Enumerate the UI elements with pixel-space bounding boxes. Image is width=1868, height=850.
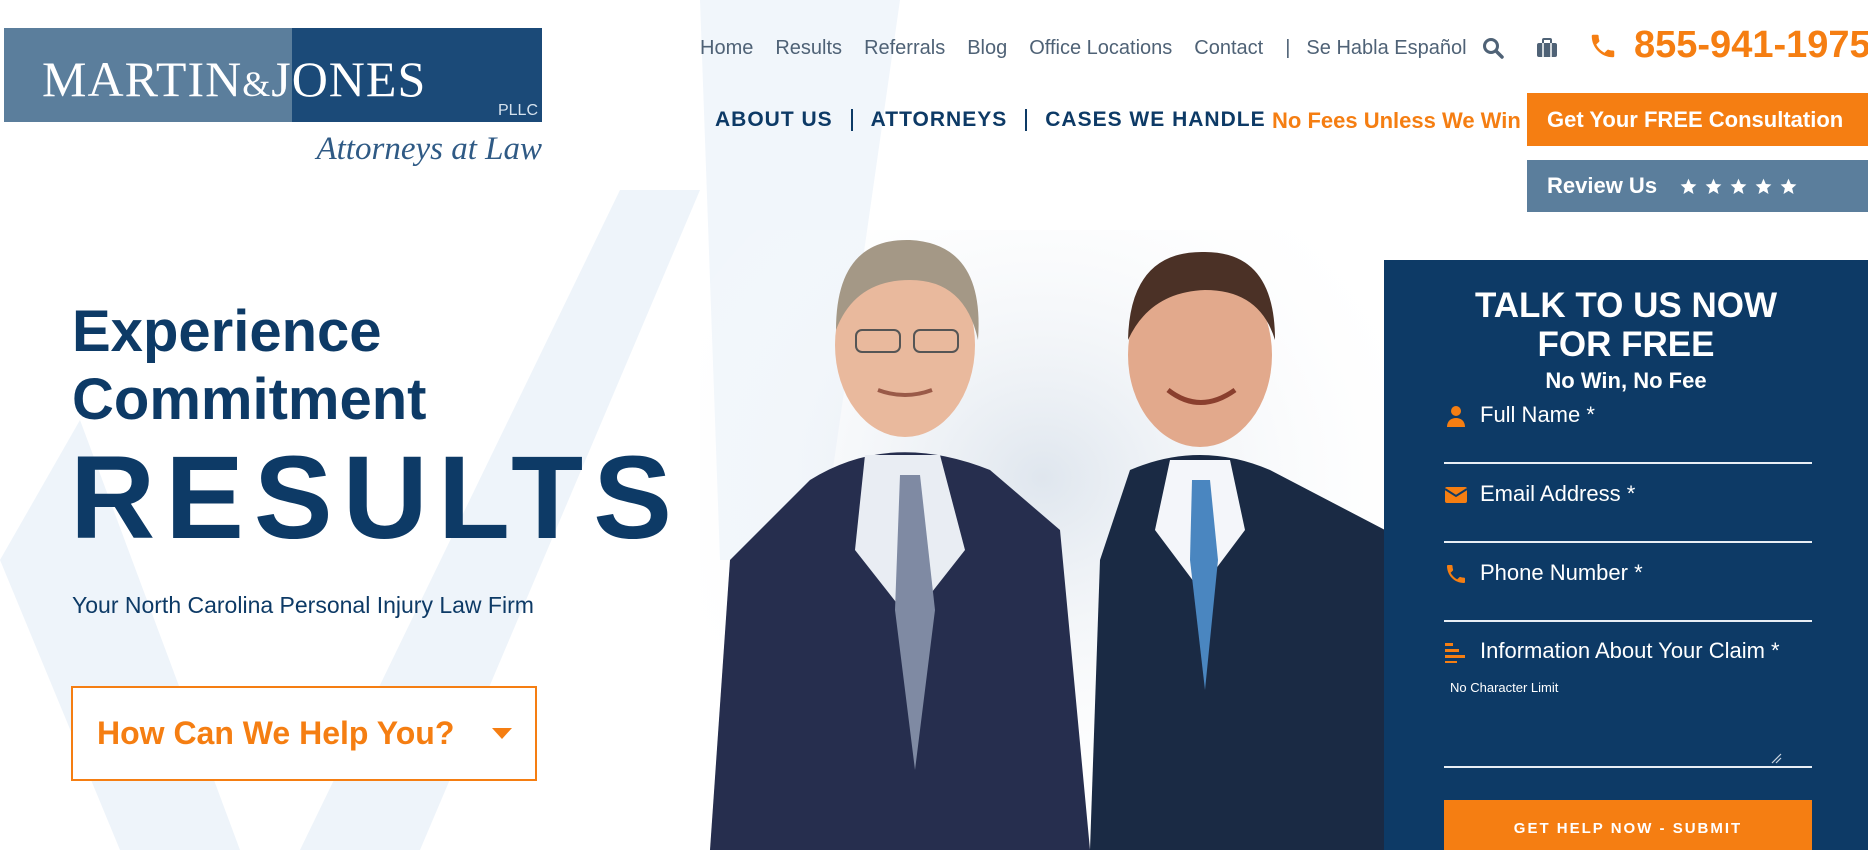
contact-form-panel: TALK TO US NOW FOR FREE No Win, No Fee F…: [1384, 260, 1868, 850]
review-us-button[interactable]: Review Us: [1527, 160, 1868, 212]
briefcase-icon[interactable]: [1535, 36, 1559, 60]
main-nav: ABOUT US ATTORNEYS CASES WE HANDLE: [715, 108, 1284, 132]
star-icon: [1730, 178, 1747, 194]
star-icon: [1780, 178, 1797, 194]
no-fees-text: No Fees Unless We Win: [1272, 108, 1521, 133]
align-left-icon: [1445, 643, 1465, 663]
help-dropdown-label: How Can We Help You?: [97, 715, 455, 751]
attorneys-photo: [700, 230, 1385, 850]
logo-name: Martin&Jones: [42, 46, 426, 110]
nav-home[interactable]: Home: [700, 37, 753, 60]
nav-about-us[interactable]: ABOUT US: [715, 108, 851, 132]
firm-logo[interactable]: Martin&Jones PLLC Attorneys at Law: [4, 28, 542, 170]
user-icon: [1447, 406, 1465, 427]
star-icon: [1680, 178, 1697, 194]
hero-line-results: RESULTS: [70, 432, 682, 564]
logo-tagline: Attorneys at Law: [316, 131, 542, 167]
help-dropdown[interactable]: How Can We Help You?: [71, 686, 537, 781]
resize-handle-icon[interactable]: [1770, 752, 1782, 764]
claim-info-label: Information About Your Claim *: [1480, 638, 1780, 663]
nav-results[interactable]: Results: [775, 37, 842, 60]
hero-line-experience: Experience: [72, 299, 382, 364]
form-title: TALK TO US NOW FOR FREE: [1384, 286, 1868, 364]
phone-icon: [1591, 34, 1615, 57]
free-consultation-button[interactable]: Get Your FREE Consultation: [1527, 93, 1868, 146]
nav-office-locations[interactable]: Office Locations: [1029, 37, 1172, 60]
nav-blog[interactable]: Blog: [967, 37, 1007, 60]
envelope-icon: [1444, 487, 1468, 503]
logo-name-part2: Jones: [271, 51, 427, 107]
nav-contact[interactable]: Contact: [1194, 37, 1263, 60]
nav-referrals[interactable]: Referrals: [864, 37, 945, 60]
hero-heading: Experience Commitment: [72, 298, 426, 434]
form-subtitle: No Win, No Fee: [1545, 368, 1707, 393]
star-icon: [1705, 178, 1722, 194]
email-label: Email Address *: [1480, 481, 1636, 506]
review-stars: [1679, 177, 1798, 196]
hero-line-commitment: Commitment: [72, 367, 427, 432]
phone-icon: [1447, 565, 1465, 583]
form-title-line2: FOR FREE: [1537, 325, 1715, 364]
star-icon: [1755, 178, 1772, 194]
nav-separator: |: [1285, 36, 1291, 59]
review-us-label: Review Us: [1547, 173, 1658, 198]
phone-number: 855-941-1975: [1634, 24, 1868, 66]
nav-attorneys[interactable]: ATTORNEYS: [853, 108, 1026, 132]
submit-button[interactable]: GET HELP NOW - SUBMIT: [1444, 800, 1812, 850]
chevron-down-icon: [492, 727, 512, 739]
claim-info-field[interactable]: Information About Your Claim * No Charac…: [1444, 638, 1812, 768]
full-name-label: Full Name *: [1480, 402, 1595, 427]
form-title-line1: TALK TO US NOW: [1474, 286, 1777, 325]
phone-label: Phone Number *: [1480, 560, 1643, 585]
nav-cases-we-handle[interactable]: CASES WE HANDLE: [1027, 108, 1283, 132]
claim-info-hint: No Character Limit: [1450, 680, 1559, 695]
full-name-field[interactable]: Full Name *: [1444, 402, 1812, 464]
logo-ampersand: &: [242, 64, 272, 104]
hero-subtitle: Your North Carolina Personal Injury Law …: [72, 592, 534, 618]
logo-pllc: PLLC: [497, 102, 538, 119]
phone-field[interactable]: Phone Number *: [1444, 560, 1812, 622]
phone-link[interactable]: 855-941-1975: [1588, 24, 1868, 67]
email-field[interactable]: Email Address *: [1444, 481, 1812, 543]
nav-spanish[interactable]: Se Habla Español: [1306, 37, 1466, 60]
top-nav: Home Results Referrals Blog Office Locat…: [700, 36, 1589, 60]
search-icon[interactable]: [1481, 36, 1505, 60]
logo-name-part1: Martin: [42, 51, 243, 107]
